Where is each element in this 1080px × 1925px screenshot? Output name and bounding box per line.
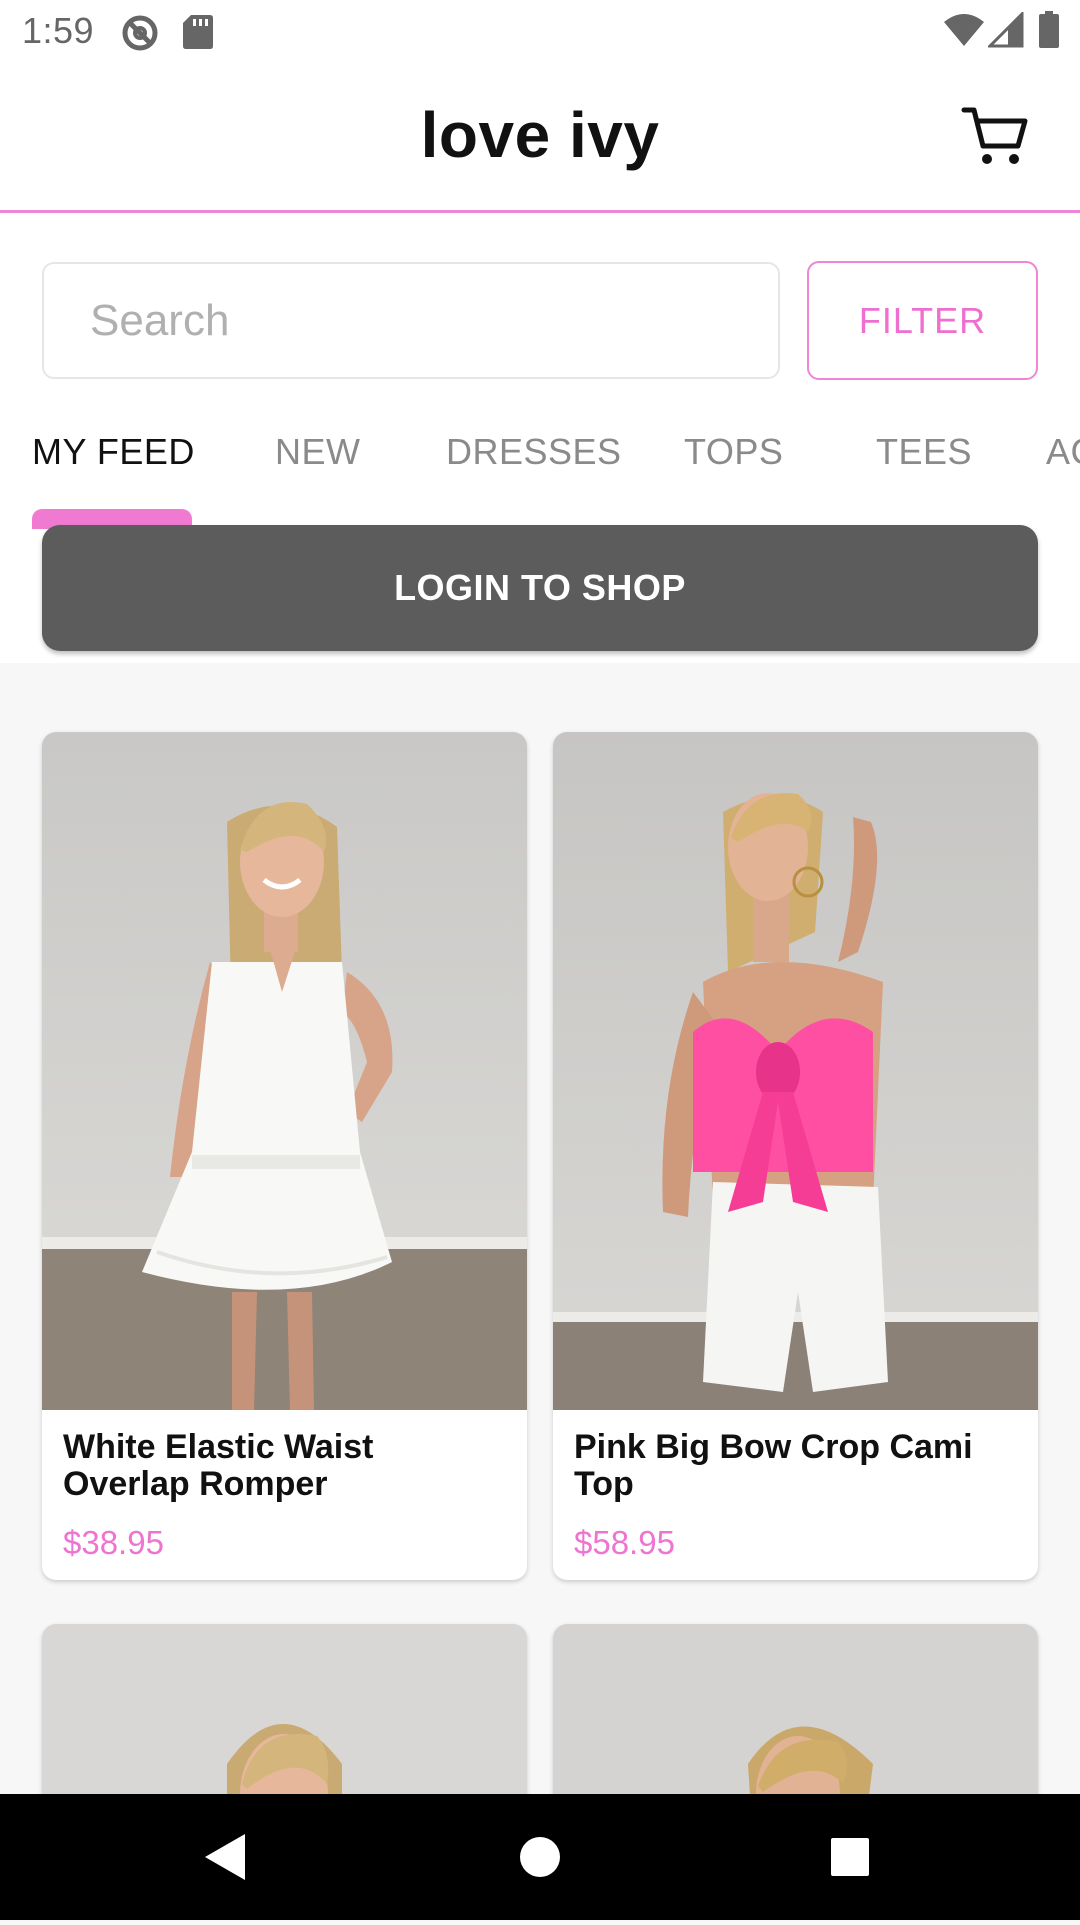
back-icon xyxy=(205,1834,245,1880)
filter-button[interactable]: FILTER xyxy=(807,261,1038,380)
search-section: FILTER MY FEED NEW DRESSES TOPS TEES AC … xyxy=(0,213,1080,663)
back-button[interactable] xyxy=(165,1794,285,1920)
tab-tees[interactable]: TEES xyxy=(876,431,972,473)
home-icon xyxy=(520,1837,560,1877)
login-to-shop-button[interactable]: LOGIN TO SHOP xyxy=(42,525,1038,651)
recents-button[interactable] xyxy=(790,1794,910,1920)
battery-icon xyxy=(1039,11,1059,48)
tab-my-feed[interactable]: MY FEED xyxy=(32,431,195,473)
home-button[interactable] xyxy=(480,1794,600,1920)
product-price: $58.95 xyxy=(574,1524,675,1561)
product-image xyxy=(553,732,1038,1410)
product-price: $38.95 xyxy=(63,1524,164,1561)
cart-button[interactable] xyxy=(960,102,1030,172)
tab-dresses[interactable]: DRESSES xyxy=(446,431,622,473)
product-card[interactable]: Pink Big Bow Crop Cami Top $58.95 xyxy=(553,732,1038,1580)
system-nav-bar xyxy=(0,1794,1080,1920)
product-name: White Elastic Waist Overlap Romper xyxy=(63,1428,374,1503)
tab-accessories[interactable]: AC xyxy=(1046,431,1080,473)
product-image xyxy=(42,732,527,1410)
product-name: Pink Big Bow Crop Cami Top xyxy=(574,1428,973,1503)
sd-card-icon xyxy=(183,15,213,49)
do-not-disturb-icon xyxy=(122,15,158,51)
product-card[interactable]: White Elastic Waist Overlap Romper $38.9… xyxy=(42,732,527,1580)
wifi-icon xyxy=(944,14,984,46)
cellular-signal-icon xyxy=(988,12,1024,48)
category-tabs: MY FEED NEW DRESSES TOPS TEES AC xyxy=(0,431,1080,503)
tab-new[interactable]: NEW xyxy=(275,431,361,473)
cart-icon xyxy=(961,107,1028,164)
recents-icon xyxy=(831,1838,869,1876)
status-bar: 1:59 xyxy=(0,0,1080,64)
status-time: 1:59 xyxy=(22,10,95,51)
search-input[interactable] xyxy=(42,262,780,379)
app-header: love ivy xyxy=(0,64,1080,213)
app-title: love ivy xyxy=(420,99,660,171)
tab-tops[interactable]: TOPS xyxy=(684,431,783,473)
